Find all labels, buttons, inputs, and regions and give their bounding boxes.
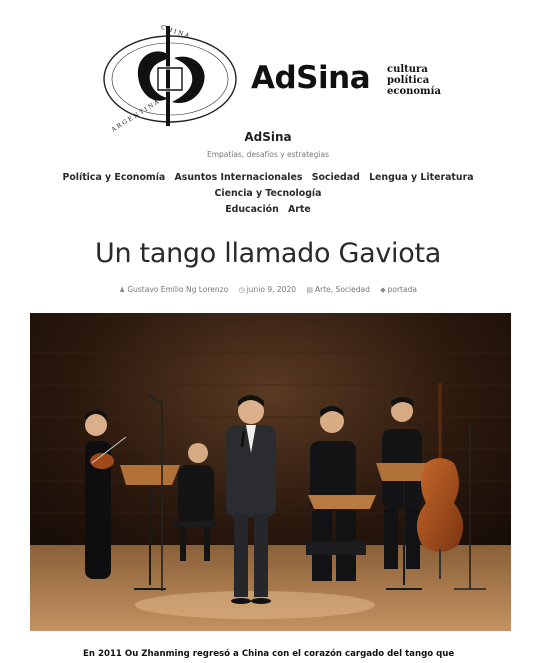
post-title: Un tango llamado Gaviota [95,238,441,269]
nav-item-educacion[interactable]: Educación [225,202,279,218]
post-categories-text: Arte, Sociedad [315,285,370,294]
folder-icon: ▤ [306,286,314,294]
nav-item-politica-economia[interactable]: Política y Economía [62,170,165,186]
nav-item-lengua-literatura[interactable]: Lengua y Literatura [369,170,473,186]
post-categories[interactable]: ▤ Arte, Sociedad [306,285,369,294]
logo-tagline: cultura política economía [387,64,441,97]
post-author[interactable]: ♟ Gustavo Emilio Ng Lorenzo [119,285,228,294]
post-meta: ♟ Gustavo Emilio Ng Lorenzo ◷ junio 9, 202… [0,285,536,294]
featured-image-illustration [30,313,511,631]
china-argentina-emblem-icon: C H I N A A R G E N T I N A [103,24,237,132]
tag-icon: ◆ [380,286,386,294]
logo-tagline-line: cultura [387,64,428,75]
post-excerpt: En 2011 Ou Zhanming regresó a China con … [83,649,455,663]
post-date[interactable]: ◷ junio 9, 2020 [239,285,296,294]
nav-item-ciencia-tecnologia[interactable]: Ciencia y Tecnología [215,186,322,202]
post-tags-text: portada [387,285,417,294]
main-navigation: Política y Economía Asuntos Internaciona… [20,170,516,218]
nav-item-asuntos-internacionales[interactable]: Asuntos Internacionales [175,170,303,186]
featured-image [30,313,511,631]
site-title[interactable]: AdSina [0,130,536,144]
logo-tagline-line: política [387,75,430,86]
post-tags[interactable]: ◆ portada [380,285,417,294]
clock-icon: ◷ [238,286,245,294]
user-icon: ♟ [119,286,126,294]
logo-tagline-line: economía [387,86,441,97]
site-logo[interactable]: C H I N A A R G E N T I N A AdSina cultu… [100,22,450,132]
logo-wordmark: AdSina [251,60,371,96]
svg-text:C H I N A: C H I N A [160,24,191,40]
nav-item-sociedad[interactable]: Sociedad [312,170,360,186]
svg-text:A R G E N T I N A: A R G E N T I N A [110,98,161,132]
post-date-text: junio 9, 2020 [246,285,296,294]
site-description: Empatías, desafíos y estrategias [206,150,330,159]
post-author-name: Gustavo Emilio Ng Lorenzo [127,285,229,294]
nav-item-arte[interactable]: Arte [288,202,311,218]
